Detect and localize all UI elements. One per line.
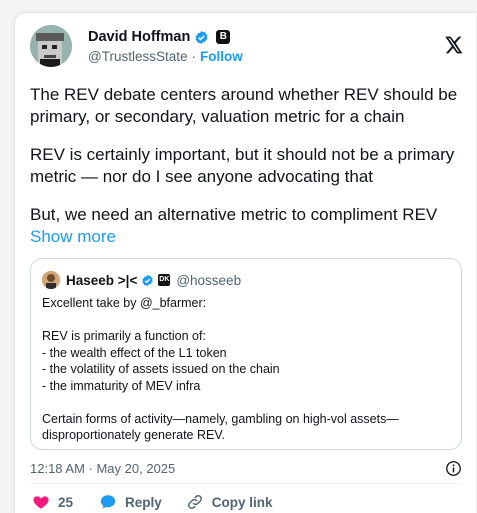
reply-button[interactable]: Reply	[99, 493, 162, 511]
quoted-tweet-header: Haseeb >|< DK @hosseeb	[42, 271, 241, 289]
affiliate-badge[interactable]: B	[216, 30, 231, 44]
show-more-link[interactable]: Show more	[30, 227, 116, 246]
verified-icon	[195, 30, 208, 44]
tweet-paragraph-1: The REV debate centers around whether RE…	[30, 85, 458, 126]
quote-line: REV is primarily a function of:	[42, 329, 206, 343]
copy-link-button[interactable]: Copy link	[186, 493, 273, 511]
quote-line: Certain forms of activity—namely, gambli…	[42, 411, 399, 426]
follow-button[interactable]: Follow	[200, 49, 243, 64]
reply-label: Reply	[125, 494, 162, 510]
tweet-paragraph-2: REV is certainly important, but it shoul…	[30, 145, 455, 186]
tweet-card: David Hoffman B @TrustlessState · Follow…	[14, 12, 476, 513]
author-block: David Hoffman B @TrustlessState · Follow	[88, 28, 243, 64]
like-button[interactable]: 25	[32, 493, 73, 511]
tweet-text: The REV debate centers around whether RE…	[30, 84, 462, 264]
quote-line: - the volatility of assets issued on the…	[42, 362, 280, 376]
quoted-affiliate-badge: DK	[158, 274, 171, 286]
quote-line: disproportionately generate REV.	[42, 428, 225, 442]
heart-icon	[33, 496, 49, 509]
quote-line: - the wealth effect of the L1 token	[42, 345, 227, 360]
separator-dot: ·	[191, 49, 196, 64]
quoted-tweet[interactable]: Haseeb >|< DK @hosseeb Excellent take by…	[30, 258, 462, 450]
author-avatar[interactable]	[30, 25, 72, 67]
quote-line-blank	[42, 394, 452, 411]
quoted-author-avatar	[42, 271, 60, 289]
quoted-author-handle: @hosseeb	[176, 272, 242, 288]
quoted-tweet-text: Excellent take by @_bfarmer: REV is prim…	[42, 295, 452, 444]
quote-line: - the immaturity of MEV infra	[42, 378, 201, 393]
tweet-timestamp[interactable]: 12:18 AM · May 20, 2025	[30, 461, 175, 476]
copy-link-label: Copy link	[211, 494, 273, 510]
tweet-paragraph-3: But, we need an alternative metric to co…	[30, 204, 462, 248]
like-count: 25	[58, 494, 74, 510]
link-icon	[187, 494, 202, 510]
quote-line: Excellent take by @_bfarmer:	[42, 296, 207, 310]
tweet-paragraph-3-text: But, we need an alternative metric to co…	[30, 205, 438, 224]
x-logo-icon[interactable]	[443, 35, 463, 55]
quoted-author-name: Haseeb >|<	[66, 272, 138, 288]
action-bar: 25 Reply Copy link	[30, 493, 273, 511]
reply-icon	[100, 495, 116, 509]
verified-icon	[142, 274, 153, 286]
quote-line-blank	[42, 312, 452, 329]
info-icon[interactable]	[445, 460, 462, 477]
author-name[interactable]: David Hoffman	[88, 29, 190, 45]
divider	[30, 483, 462, 484]
author-handle[interactable]: @TrustlessState	[88, 49, 187, 64]
